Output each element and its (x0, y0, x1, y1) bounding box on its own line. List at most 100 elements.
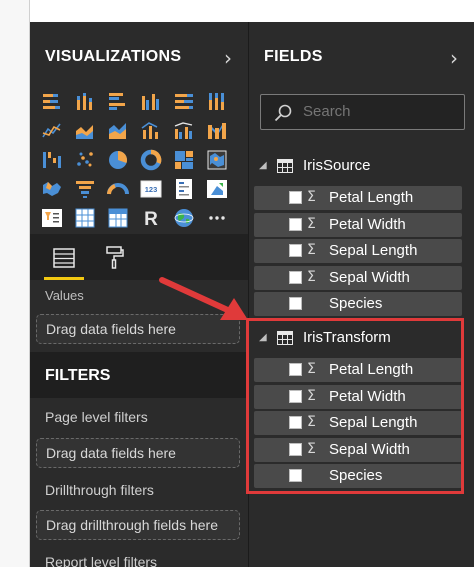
field-row[interactable]: Σ Sepal Width (254, 437, 462, 462)
search-icon (274, 104, 292, 122)
field-name: Petal Width (329, 387, 406, 405)
filters-title: FILTERS (45, 367, 111, 384)
fields-title: FIELDS (264, 48, 323, 65)
stacked-area-chart-icon[interactable] (106, 119, 130, 143)
visualizations-pane: VISUALIZATIONS › 123 R Values Drag data f… (30, 22, 248, 567)
sigma-icon: Σ (307, 242, 316, 258)
svg-text:R: R (144, 209, 158, 230)
field-row[interactable]: Σ Petal Length (254, 186, 462, 210)
stacked-bar-chart-icon[interactable] (40, 90, 64, 114)
field-checkbox[interactable] (289, 469, 302, 482)
map-icon[interactable] (205, 148, 229, 172)
sigma-icon: Σ (307, 189, 316, 205)
pane-tool-bar (30, 234, 248, 280)
slicer-icon[interactable] (40, 206, 64, 230)
matrix-icon[interactable] (106, 206, 130, 230)
filters-header: FILTERS (30, 352, 248, 398)
line-and-column-chart-icon[interactable] (139, 119, 163, 143)
drillthrough-drop-zone[interactable]: Drag drillthrough fields here (36, 510, 240, 540)
field-row[interactable]: Σ Sepal Length (254, 411, 462, 435)
sigma-icon: Σ (307, 215, 316, 232)
field-table-irissource[interactable]: ◢ IrisSource (257, 155, 467, 179)
field-name: Species (329, 467, 383, 484)
table-name: IrisSource (303, 157, 371, 174)
report-level-filters-label: Report level filters (45, 554, 158, 567)
table-icon (277, 159, 293, 173)
field-name: Species (329, 295, 383, 312)
sigma-icon: Σ (307, 387, 316, 404)
area-chart-icon[interactable] (73, 119, 97, 143)
field-name: Sepal Length (329, 414, 418, 431)
field-name: Petal Length (329, 189, 414, 206)
search-input[interactable] (303, 95, 458, 129)
waterfall-chart-icon[interactable] (40, 148, 64, 172)
field-table-iristransform[interactable]: ◢ IrisTransform (257, 327, 467, 351)
sigma-icon: Σ (307, 361, 316, 377)
field-checkbox[interactable] (289, 217, 302, 231)
search-box[interactable] (260, 94, 465, 130)
r-script-visual-icon[interactable]: R (139, 206, 163, 230)
scatter-chart-icon[interactable] (73, 148, 97, 172)
treemap-icon[interactable] (172, 148, 196, 172)
field-row[interactable]: Σ Petal Width (254, 212, 462, 237)
field-checkbox[interactable] (289, 416, 302, 429)
donut-chart-icon[interactable] (139, 148, 163, 172)
values-well-label: Values (45, 288, 84, 303)
field-checkbox[interactable] (289, 442, 302, 456)
field-checkbox[interactable] (289, 270, 302, 284)
page-level-filters-drop-zone[interactable]: Drag data fields here (36, 438, 240, 468)
field-checkbox[interactable] (289, 191, 302, 204)
field-checkbox[interactable] (289, 244, 302, 257)
line-and-clustered-column-chart-icon[interactable] (172, 119, 196, 143)
field-row[interactable]: Species (254, 292, 462, 316)
fields-pane: FIELDS › ◢ IrisSource Σ Petal Length Σ Petal … (249, 22, 474, 567)
sigma-icon: Σ (307, 440, 316, 457)
funnel-icon[interactable] (73, 177, 97, 201)
clustered-bar-chart-icon[interactable] (106, 90, 130, 114)
values-drop-zone[interactable]: Drag data fields here (36, 314, 240, 344)
report-canvas-edge (0, 0, 30, 567)
field-checkbox[interactable] (289, 363, 302, 376)
more-visuals-icon[interactable] (205, 206, 229, 230)
100-stacked-column-chart-icon[interactable] (205, 90, 229, 114)
card-icon[interactable]: 123 (139, 177, 163, 201)
field-row[interactable]: Species (254, 464, 462, 488)
stacked-column-chart-icon[interactable] (73, 90, 97, 114)
field-name: Petal Width (329, 215, 406, 233)
100-stacked-bar-chart-icon[interactable] (172, 90, 196, 114)
chevron-right-icon[interactable]: › (450, 46, 458, 70)
kpi-icon[interactable] (205, 177, 229, 201)
gauge-icon[interactable] (106, 177, 130, 201)
multi-row-card-icon[interactable] (172, 177, 196, 201)
chevron-right-icon[interactable]: › (224, 46, 232, 70)
sigma-icon: Σ (307, 268, 316, 285)
table-icon (277, 331, 293, 345)
page-level-filters-label: Page level filters (45, 409, 148, 425)
clustered-column-chart-icon[interactable] (139, 90, 163, 114)
field-row[interactable]: Σ Petal Width (254, 384, 462, 409)
field-checkbox[interactable] (289, 297, 302, 310)
field-row[interactable]: Σ Sepal Width (254, 265, 462, 290)
fields-well-icon[interactable] (44, 242, 84, 280)
pie-chart-icon[interactable] (106, 148, 130, 172)
field-row[interactable]: Σ Sepal Length (254, 239, 462, 263)
expand-caret-icon[interactable]: ◢ (259, 160, 267, 171)
filled-map-icon[interactable] (40, 177, 64, 201)
paint-roller-icon[interactable] (100, 242, 130, 280)
line-chart-icon[interactable] (40, 119, 64, 143)
table-icon[interactable] (73, 206, 97, 230)
svg-text:123: 123 (145, 185, 158, 194)
ribbon-chart-icon[interactable] (205, 119, 229, 143)
visualizations-title: VISUALIZATIONS (45, 48, 182, 65)
fields-header: FIELDS › (249, 22, 474, 94)
field-name: Sepal Width (329, 268, 410, 286)
field-name: Sepal Width (329, 440, 410, 458)
field-row[interactable]: Σ Petal Length (254, 358, 462, 382)
field-name: Sepal Length (329, 242, 418, 259)
table-name: IrisTransform (303, 329, 391, 346)
expand-caret-icon[interactable]: ◢ (259, 332, 267, 343)
drillthrough-filters-label: Drillthrough filters (45, 482, 154, 498)
field-checkbox[interactable] (289, 389, 302, 403)
visualizations-header: VISUALIZATIONS › (30, 22, 248, 94)
globe-map-icon[interactable] (172, 206, 196, 230)
